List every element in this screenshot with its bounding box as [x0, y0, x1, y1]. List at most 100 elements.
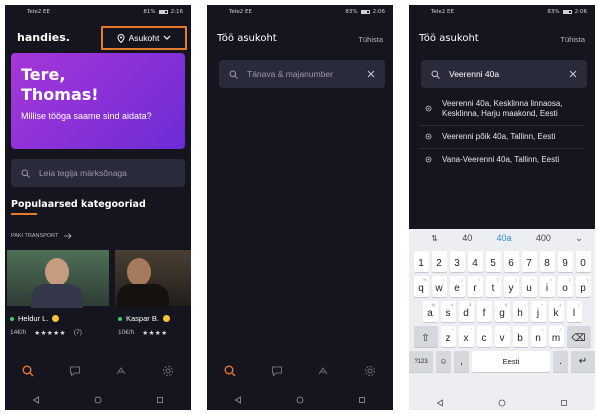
shift-key[interactable]: ⇧	[413, 326, 438, 347]
key[interactable]: v:	[494, 326, 510, 347]
address-placeholder: Tänava & majanumber	[247, 69, 333, 79]
home-circle-icon[interactable]	[94, 396, 102, 404]
back-triangle-icon[interactable]	[234, 396, 242, 404]
cancel-button[interactable]: Tühista	[358, 35, 383, 44]
tasker-card[interactable]: Kaspar B. 10€/h ★★★★	[115, 250, 191, 346]
handshake-icon[interactable]	[115, 365, 127, 377]
key[interactable]: 8	[539, 251, 555, 272]
key[interactable]: i >	[539, 276, 555, 297]
key[interactable]: 2	[431, 251, 447, 272]
tasker-card[interactable]: Heldur L. 14€/h ★★★★★ (7)	[7, 250, 109, 346]
home-circle-icon[interactable]	[296, 396, 304, 404]
settings-icon[interactable]	[364, 365, 376, 377]
result-text: Veerenni põik 40a, Tallinn, Eesti	[442, 132, 556, 141]
key[interactable]: 1	[413, 251, 429, 272]
backspace-key[interactable]: ⌫	[566, 326, 591, 347]
cancel-button[interactable]: Tühista	[560, 35, 585, 44]
key-row-numbers: 1234567890	[409, 251, 595, 272]
carrier-label: Tele2 EE	[27, 9, 50, 15]
location-pin-icon	[425, 133, 432, 140]
suggestion[interactable]: 40	[462, 233, 472, 243]
key[interactable]: n!	[530, 326, 546, 347]
tasker-photo	[115, 250, 191, 308]
result-text: Vana-Veerenni 40a, Tallinn, Eesti	[442, 155, 560, 164]
chevron-down-icon[interactable]: ⌄	[575, 233, 583, 244]
key[interactable]: s #	[440, 301, 456, 322]
section-title: Populaarsed kategooriad	[11, 199, 146, 210]
key[interactable]: u <	[521, 276, 537, 297]
key[interactable]: q%	[413, 276, 429, 297]
battery-percent: 81%	[143, 9, 156, 15]
key[interactable]: f _	[476, 301, 492, 322]
key[interactable]: g &	[494, 301, 510, 322]
search-icon[interactable]	[22, 365, 34, 377]
bottom-nav	[207, 360, 393, 382]
close-icon[interactable]	[367, 70, 375, 78]
key[interactable]: 7	[521, 251, 537, 272]
back-triangle-icon[interactable]	[436, 398, 444, 407]
key[interactable]: 3	[449, 251, 465, 272]
back-triangle-icon[interactable]	[32, 396, 40, 404]
key[interactable]: b;	[512, 326, 528, 347]
key[interactable]: z *	[440, 326, 456, 347]
key[interactable]: j +	[530, 301, 546, 322]
key[interactable]: d $	[458, 301, 474, 322]
list-item[interactable]: Veerenni põik 40a, Tallinn, Eesti	[419, 126, 585, 149]
key[interactable]: r =	[467, 276, 483, 297]
key[interactable]: e |	[449, 276, 465, 297]
list-item[interactable]: Veerenni 40a, Kesklinna linnaosa, Keskli…	[419, 93, 585, 126]
key[interactable]: 0	[575, 251, 591, 272]
chat-icon[interactable]	[69, 365, 81, 377]
list-item[interactable]: Vana-Veerenni 40a, Tallinn, Eesti	[419, 149, 585, 171]
category-link[interactable]: PAKI TRANSPORT	[11, 233, 72, 239]
key[interactable]: y]	[503, 276, 519, 297]
search-icon[interactable]	[224, 365, 236, 377]
emoji-key[interactable]: ☺	[436, 351, 451, 372]
clock: 2:06	[372, 9, 385, 15]
key[interactable]: x "	[458, 326, 474, 347]
address-input[interactable]: Veerenni 40a	[421, 60, 587, 88]
online-dot	[10, 316, 14, 321]
symbols-key[interactable]: ?123	[409, 351, 433, 372]
key[interactable]: t[	[485, 276, 501, 297]
period-key[interactable]: .	[553, 351, 568, 372]
expand-icon[interactable]: ⇅	[431, 234, 438, 243]
location-button[interactable]: Asukoht	[101, 26, 187, 50]
settings-icon[interactable]	[162, 365, 174, 377]
search-icon	[431, 70, 440, 79]
close-icon[interactable]	[569, 70, 577, 78]
address-input[interactable]: Tänava & majanumber	[219, 60, 385, 88]
location-pin-icon	[425, 156, 432, 163]
suggestion[interactable]: 40a	[497, 233, 512, 243]
key[interactable]: l)	[566, 301, 582, 322]
key[interactable]: m?	[548, 326, 564, 347]
key[interactable]: p}	[575, 276, 591, 297]
key[interactable]: 9	[557, 251, 573, 272]
enter-key[interactable]: ↵	[571, 351, 595, 372]
review-count: (7)	[73, 329, 82, 336]
suggestion[interactable]: 400	[536, 233, 551, 243]
carrier-label: Tele2 EE	[229, 9, 252, 15]
keyword-search[interactable]: Leia tegija märksõnaga	[11, 159, 185, 187]
handshake-icon[interactable]	[317, 365, 329, 377]
key[interactable]: 4	[467, 251, 483, 272]
home-circle-icon[interactable]	[498, 399, 506, 407]
space-key[interactable]: Eesti	[472, 351, 550, 372]
comma-key[interactable]: ,	[454, 351, 469, 372]
key[interactable]: h-	[512, 301, 528, 322]
key[interactable]: a @	[422, 301, 438, 322]
key[interactable]: c '	[476, 326, 492, 347]
carrier-label: Tele2 EE	[431, 9, 454, 15]
key[interactable]: 6	[503, 251, 519, 272]
recents-square-icon[interactable]	[560, 399, 568, 407]
key[interactable]: k(	[548, 301, 564, 322]
key[interactable]: 5	[485, 251, 501, 272]
chat-icon[interactable]	[271, 365, 283, 377]
tasker-price: 10€/h	[118, 329, 135, 336]
key[interactable]: o{	[557, 276, 573, 297]
recents-square-icon[interactable]	[156, 396, 164, 404]
location-screen-results: Tele2 EE 83% 2:06 Töö asukoht Tühista Ve…	[409, 5, 595, 410]
key[interactable]: w \	[431, 276, 447, 297]
recents-square-icon[interactable]	[358, 396, 366, 404]
category-label: PAKI TRANSPORT	[11, 233, 59, 239]
